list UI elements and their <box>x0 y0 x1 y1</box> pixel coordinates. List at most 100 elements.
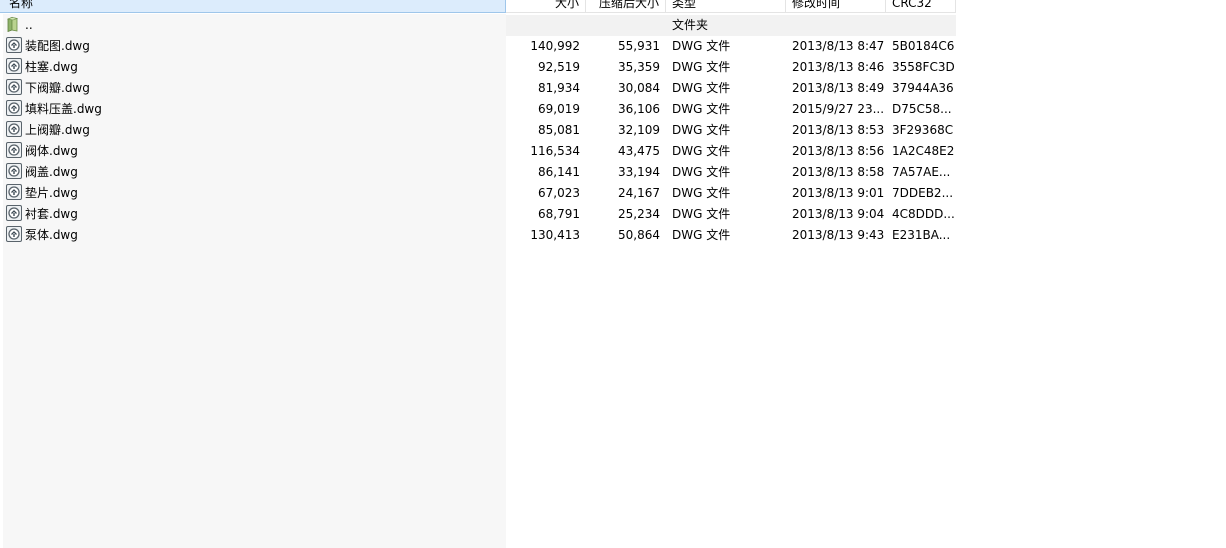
file-size: 116,534 <box>530 144 580 158</box>
file-row[interactable]: 阀体.dwg 116,534 43,475 DWG 文件 2013/8/13 8… <box>0 141 956 162</box>
file-name: 泵体.dwg <box>25 228 78 242</box>
dwg-file-icon <box>6 226 22 242</box>
file-type: DWG 文件 <box>672 165 731 179</box>
parent-folder-label: .. <box>25 18 33 32</box>
file-size: 85,081 <box>538 123 580 137</box>
file-name-cell: 泵体.dwg <box>6 225 504 246</box>
file-crc32: 7A57AE... <box>892 165 951 179</box>
dwg-file-icon <box>6 37 22 53</box>
column-header-type[interactable]: 类型 <box>666 0 786 13</box>
file-size: 140,992 <box>530 39 580 53</box>
file-crc32: 5B0184C6 <box>892 39 954 53</box>
file-row[interactable]: 下阀瓣.dwg 81,934 30,084 DWG 文件 2013/8/13 8… <box>0 78 956 99</box>
file-name: 阀体.dwg <box>25 144 78 158</box>
column-header-size[interactable]: 大小 <box>506 0 586 13</box>
file-name: 阀盖.dwg <box>25 165 78 179</box>
file-name-cell: 下阀瓣.dwg <box>6 78 504 99</box>
file-packed-size: 43,475 <box>618 144 660 158</box>
file-size: 92,519 <box>538 60 580 74</box>
file-modified: 2013/8/13 8:53 <box>792 123 884 137</box>
file-type: DWG 文件 <box>672 144 731 158</box>
file-row[interactable]: 上阀瓣.dwg 85,081 32,109 DWG 文件 2013/8/13 8… <box>0 120 956 141</box>
file-size: 130,413 <box>530 228 580 242</box>
column-header-bar: 名称 大小 压缩后大小 类型 修改时间 CRC32 <box>0 0 956 14</box>
column-header-name[interactable]: 名称 <box>0 0 506 13</box>
dwg-file-icon <box>6 184 22 200</box>
file-size: 81,934 <box>538 81 580 95</box>
dwg-file-icon <box>6 100 22 116</box>
file-type: DWG 文件 <box>672 186 731 200</box>
file-name: 衬套.dwg <box>25 207 78 221</box>
file-type: DWG 文件 <box>672 207 731 221</box>
file-row[interactable]: 衬套.dwg 68,791 25,234 DWG 文件 2013/8/13 9:… <box>0 204 956 225</box>
file-crc32: 7DDEB2... <box>892 186 954 200</box>
file-crc32: 3F29368C <box>892 123 954 137</box>
file-name-cell: 阀体.dwg <box>6 141 504 162</box>
file-packed-size: 32,109 <box>618 123 660 137</box>
file-modified: 2013/8/13 8:47 <box>792 39 884 53</box>
file-size: 86,141 <box>538 165 580 179</box>
file-row[interactable]: 垫片.dwg 67,023 24,167 DWG 文件 2013/8/13 9:… <box>0 183 956 204</box>
file-type: DWG 文件 <box>672 102 731 116</box>
file-row[interactable]: 泵体.dwg 130,413 50,864 DWG 文件 2013/8/13 9… <box>0 225 956 246</box>
file-modified: 2013/8/13 8:46 <box>792 60 884 74</box>
file-rows: .. 文件夹 装配图.dwg 140,992 55,931 DWG 文件 201… <box>0 15 956 246</box>
file-type: DWG 文件 <box>672 228 731 242</box>
file-size: 67,023 <box>538 186 580 200</box>
file-modified: 2013/8/13 8:56 <box>792 144 884 158</box>
dwg-file-icon <box>6 79 22 95</box>
parent-folder-row[interactable]: .. 文件夹 <box>0 15 956 36</box>
file-row[interactable]: 装配图.dwg 140,992 55,931 DWG 文件 2013/8/13 … <box>0 36 956 57</box>
file-modified: 2013/8/13 8:49 <box>792 81 884 95</box>
file-name-cell: 衬套.dwg <box>6 204 504 225</box>
file-name: 上阀瓣.dwg <box>25 123 90 137</box>
file-name: 垫片.dwg <box>25 186 78 200</box>
file-crc32: 3558FC3D <box>892 60 954 74</box>
file-packed-size: 30,084 <box>618 81 660 95</box>
column-header-modified[interactable]: 修改时间 <box>786 0 886 13</box>
file-row[interactable]: 填料压盖.dwg 69,019 36,106 DWG 文件 2015/9/27 … <box>0 99 956 120</box>
file-packed-size: 50,864 <box>618 228 660 242</box>
file-packed-size: 35,359 <box>618 60 660 74</box>
file-type: DWG 文件 <box>672 123 731 137</box>
file-packed-size: 55,931 <box>618 39 660 53</box>
file-size: 69,019 <box>538 102 580 116</box>
file-name-cell: 阀盖.dwg <box>6 162 504 183</box>
file-type: DWG 文件 <box>672 81 731 95</box>
file-name: 装配图.dwg <box>25 39 90 53</box>
dwg-file-icon <box>6 142 22 158</box>
file-crc32: 1A2C48E2 <box>892 144 954 158</box>
parent-folder-type: 文件夹 <box>672 18 709 32</box>
file-name-cell: 垫片.dwg <box>6 183 504 204</box>
file-name-cell: 柱塞.dwg <box>6 57 504 78</box>
file-packed-size: 33,194 <box>618 165 660 179</box>
column-header-packed-size[interactable]: 压缩后大小 <box>586 0 666 13</box>
dwg-file-icon <box>6 205 22 221</box>
file-packed-size: 36,106 <box>618 102 660 116</box>
column-header-crc32[interactable]: CRC32 <box>886 0 956 13</box>
file-type: DWG 文件 <box>672 60 731 74</box>
file-crc32: 37944A36 <box>892 81 954 95</box>
file-name: 柱塞.dwg <box>25 60 78 74</box>
file-modified: 2015/9/27 23... <box>792 102 884 116</box>
file-name-cell: 上阀瓣.dwg <box>6 120 504 141</box>
file-name: 填料压盖.dwg <box>25 102 102 116</box>
file-crc32: D75C58... <box>892 102 952 116</box>
file-crc32: 4C8DDD... <box>892 207 954 221</box>
file-packed-size: 25,234 <box>618 207 660 221</box>
folder-icon <box>6 16 22 32</box>
file-row[interactable]: 阀盖.dwg 86,141 33,194 DWG 文件 2013/8/13 8:… <box>0 162 956 183</box>
file-modified: 2013/8/13 9:01 <box>792 186 884 200</box>
file-name-cell: 填料压盖.dwg <box>6 99 504 120</box>
dwg-file-icon <box>6 163 22 179</box>
file-name-cell: 装配图.dwg <box>6 36 504 57</box>
archive-file-list: 名称 大小 压缩后大小 类型 修改时间 CRC32 .. 文件夹 装配图.dwg… <box>0 0 1226 548</box>
dwg-file-icon <box>6 121 22 137</box>
file-type: DWG 文件 <box>672 39 731 53</box>
file-modified: 2013/8/13 8:58 <box>792 165 884 179</box>
file-packed-size: 24,167 <box>618 186 660 200</box>
parent-folder-name-cell: .. <box>6 15 504 36</box>
dwg-file-icon <box>6 58 22 74</box>
file-modified: 2013/8/13 9:04 <box>792 207 884 221</box>
file-row[interactable]: 柱塞.dwg 92,519 35,359 DWG 文件 2013/8/13 8:… <box>0 57 956 78</box>
